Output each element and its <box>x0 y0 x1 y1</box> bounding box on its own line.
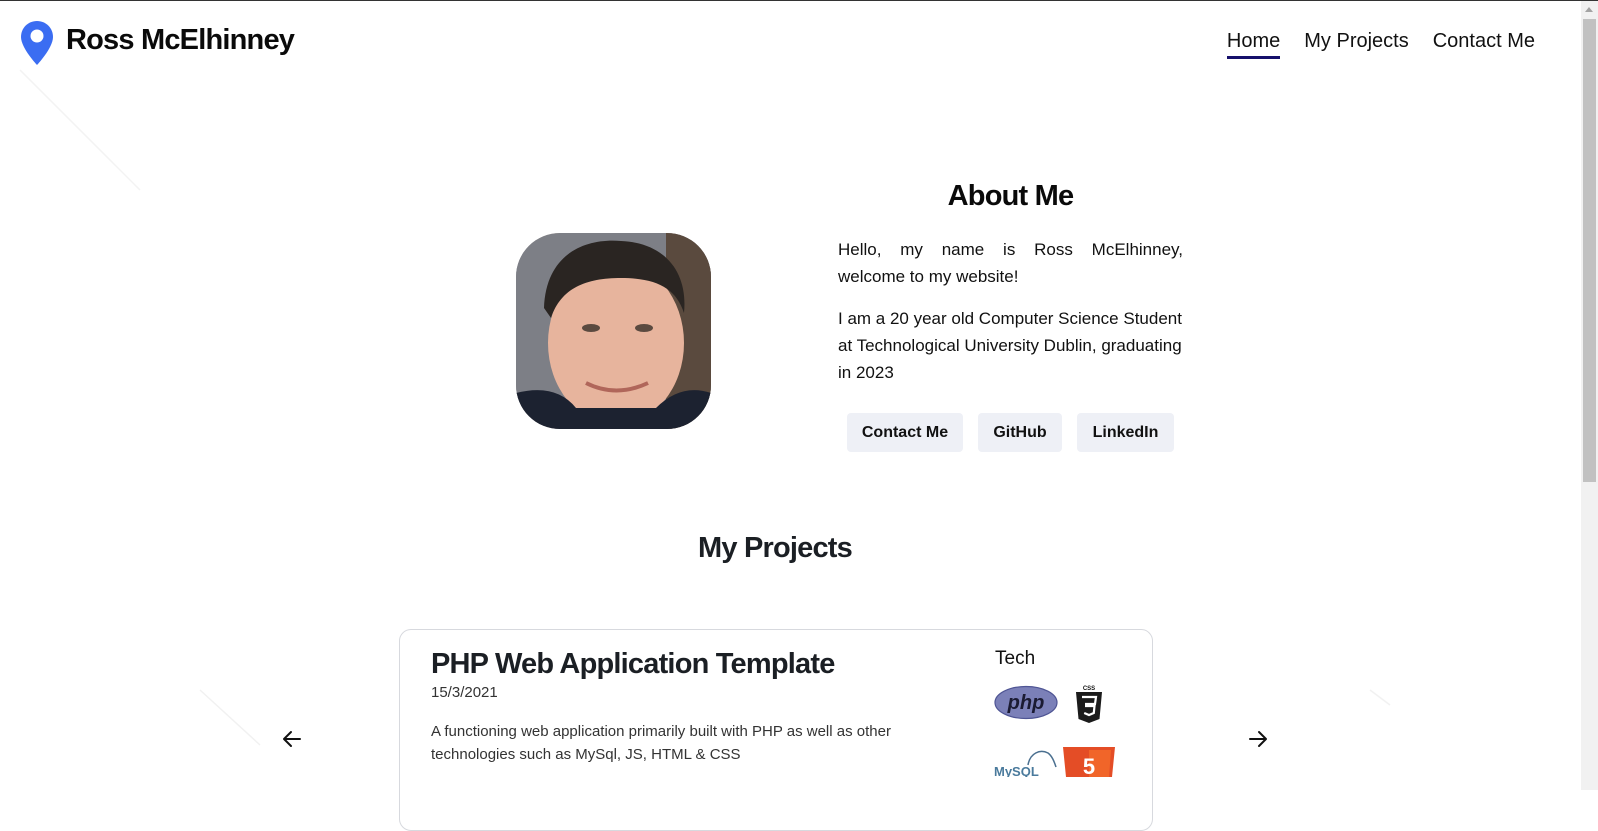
nav-home[interactable]: Home <box>1226 30 1281 59</box>
github-button[interactable]: GitHub <box>978 413 1062 452</box>
css-logo-text: CSS <box>1083 686 1095 692</box>
project-title: PHP Web Application Template <box>431 648 835 680</box>
projects-title: My Projects <box>698 532 853 564</box>
tech-label: Tech <box>995 648 1036 669</box>
html-logo-text: 5 <box>1083 754 1095 777</box>
mysql-logo-text: MySQL <box>994 764 1039 777</box>
project-description: A functioning web application primarily … <box>431 723 891 763</box>
arrow-left-icon[interactable] <box>278 725 306 753</box>
project-date: 15/3/2021 <box>431 684 498 701</box>
arrow-right-icon[interactable] <box>1244 725 1272 753</box>
html5-logo-icon: 5 <box>1063 747 1115 777</box>
nav-contact-me[interactable]: Contact Me <box>1433 30 1535 59</box>
page-scrollbar[interactable] <box>1581 1 1598 790</box>
scroll-up-arrow-icon[interactable] <box>1585 7 1593 12</box>
brand-name[interactable]: Ross McElhinney <box>66 24 295 57</box>
css3-logo-icon: CSS <box>1076 686 1102 723</box>
php-logo-icon: php <box>994 685 1058 720</box>
scrollbar-thumb[interactable] <box>1583 19 1596 482</box>
about-title: About Me <box>947 180 1074 212</box>
about-intro: Hello, my name is Ross McElhinney, welco… <box>838 240 1183 286</box>
about-details: I am a 20 year old Computer Science Stud… <box>838 309 1182 382</box>
profile-photo <box>516 233 711 429</box>
map-pin-icon[interactable] <box>20 20 54 66</box>
php-logo-text: php <box>1007 692 1045 714</box>
window-top-border <box>0 0 1598 1</box>
main-nav: Home My Projects Contact Me <box>1226 30 1535 59</box>
contact-me-button[interactable]: Contact Me <box>847 413 963 452</box>
project-card[interactable]: PHP Web Application Template 15/3/2021 A… <box>399 629 1153 831</box>
nav-my-projects[interactable]: My Projects <box>1304 30 1408 59</box>
linkedin-button[interactable]: LinkedIn <box>1077 413 1174 452</box>
mysql-logo-icon: MySQL <box>994 750 1057 777</box>
